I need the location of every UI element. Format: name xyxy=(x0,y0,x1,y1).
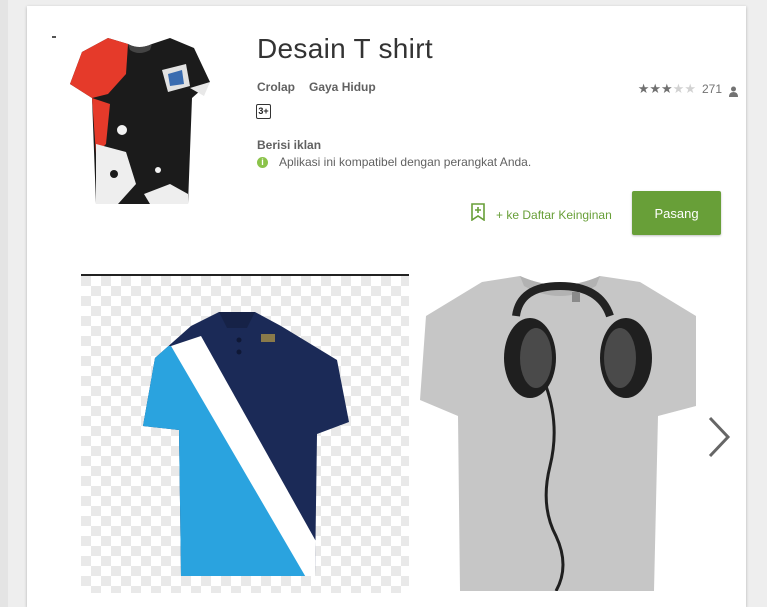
background-edge xyxy=(0,0,8,607)
ads-label: Berisi iklan xyxy=(257,138,322,152)
star-icon: ★ xyxy=(684,81,696,96)
star-icon: ★ xyxy=(637,81,650,96)
app-icon xyxy=(66,34,212,208)
rating-count: 271 xyxy=(701,82,722,96)
rating-summary: ★★★★★ 271 xyxy=(638,80,739,98)
bookmark-add-icon xyxy=(471,203,485,226)
compatibility-text: Aplikasi ini kompatibel dengan perangkat… xyxy=(279,155,532,169)
developer-link[interactable]: Crolap xyxy=(257,80,295,94)
chevron-right-icon[interactable] xyxy=(704,414,734,460)
star-icon: ★ xyxy=(672,81,685,96)
wishlist-label: + ke Daftar Keinginan xyxy=(496,207,612,222)
content-rating-badge: 3+ xyxy=(256,104,271,119)
decorative-mark xyxy=(52,36,56,38)
app-title: Desain T shirt xyxy=(257,33,433,64)
add-to-wishlist-button[interactable]: + ke Daftar Keinginan xyxy=(471,203,612,226)
compatibility-notice: i Aplikasi ini kompatibel dengan perangk… xyxy=(257,155,531,169)
category-link[interactable]: Gaya Hidup xyxy=(309,80,376,94)
install-button[interactable]: Pasang xyxy=(632,191,721,235)
screenshot-1[interactable] xyxy=(81,274,409,593)
star-icon: ★ xyxy=(649,81,661,96)
star-icon: ★ xyxy=(661,81,673,96)
rating-stars: ★★★★★ xyxy=(638,80,696,98)
person-icon xyxy=(728,84,739,97)
info-icon: i xyxy=(257,156,268,168)
screenshot-2[interactable] xyxy=(420,276,696,591)
